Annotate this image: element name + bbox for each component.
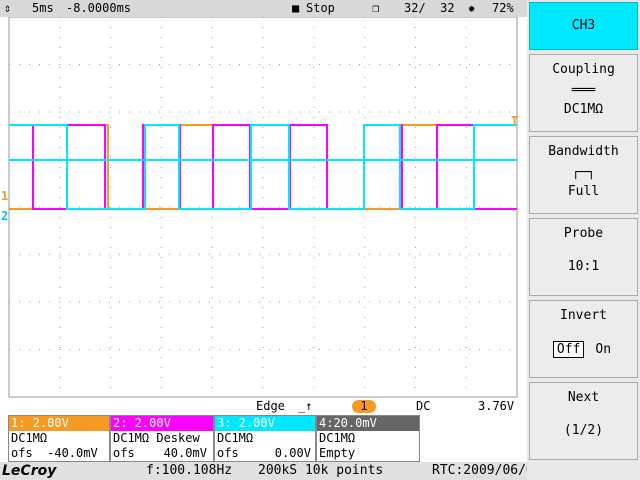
channel-4-offset: Empty: [319, 446, 356, 460]
bottom-status-bar: LeCroy f:100.108Hz 200kS 10k points RTC:…: [0, 462, 612, 480]
menu-ch3[interactable]: CH3: [529, 2, 638, 50]
ch1-ground-label: 1: [1, 189, 9, 203]
battery-icon: ✹: [468, 1, 476, 15]
channel-2-scale: 2: 2.00V: [111, 416, 213, 431]
trigger-coupling: DC: [416, 399, 431, 413]
timebase-value: 5ms: [32, 1, 54, 15]
trigger-level-marker: T: [511, 114, 519, 128]
menu-bandwidth-title: Bandwidth: [548, 144, 619, 159]
acquisition-state: Stop: [306, 1, 335, 15]
channel-1-scale: 1: 2.00V: [9, 416, 109, 431]
menu-next[interactable]: Next (1/2): [529, 382, 638, 460]
brand-logo: LeCroy: [2, 463, 57, 479]
menu-coupling[interactable]: Coupling ═══ DC1MΩ: [529, 54, 638, 132]
timebase-icon: ⇕: [4, 1, 12, 15]
menu-next-title: Next: [567, 390, 600, 405]
channel-2-coupling-row: DC1MΩ Deskew: [111, 431, 213, 446]
stop-icon: ■: [292, 1, 300, 15]
sample-info: 200kS 10k points: [258, 463, 384, 478]
channel-1-coupling: DC1MΩ: [11, 431, 48, 445]
channel-3-coupling: DC1MΩ: [217, 431, 254, 445]
channel-4-scale: 4:20.0mV: [317, 416, 419, 431]
delay-value: -8.0000ms: [66, 1, 132, 15]
channel-2-offset: ofs 40.0mV: [113, 446, 207, 460]
channel-2-coupling: DC1MΩ: [113, 431, 150, 445]
invert-off-button[interactable]: Off: [552, 341, 585, 358]
channel-1-offset: ofs -40.0mV: [11, 446, 98, 460]
invert-on-button[interactable]: On: [592, 342, 614, 357]
acquisition-icon: ❐: [372, 1, 380, 15]
menu-probe[interactable]: Probe 10:1: [529, 218, 638, 296]
menu-coupling-value: DC1MΩ: [563, 102, 604, 117]
channel-2-box[interactable]: 2: 2.00V DC1MΩ Deskew ofs 40.0mV: [110, 415, 214, 462]
trigger-source-badge: 1: [352, 400, 376, 413]
menu-bandwidth-value: Full: [567, 184, 600, 199]
trigger-level: 3.76V: [478, 399, 515, 413]
channel-3-scale: 3: 2.00V: [215, 416, 315, 431]
menu-coupling-title: Coupling: [552, 62, 615, 77]
acquisition-count: 32/ 32: [404, 1, 455, 15]
frequency-readout: f:100.108Hz: [146, 463, 233, 478]
channel-3-offset: ofs 0.00V: [217, 446, 311, 460]
bandwidth-filter-icon: ┌─┐: [571, 165, 596, 180]
menu-probe-value: 10:1: [567, 259, 600, 274]
channel-4-box[interactable]: 4:20.0mV DC1MΩ Empty: [316, 415, 420, 462]
ch2-ground-label: 2: [1, 209, 9, 223]
menu-probe-title: Probe: [563, 226, 604, 241]
menu-bandwidth[interactable]: Bandwidth ┌─┐ Full: [529, 136, 638, 214]
menu-ch3-label: CH3: [571, 18, 596, 33]
waveform-svg: [8, 17, 518, 398]
battery-level: 72%: [492, 1, 514, 15]
channel-1-box[interactable]: 1: 2.00V DC1MΩ ofs -40.0mV: [8, 415, 110, 462]
top-status-bar: ⇕ 5ms -8.0000ms ■ Stop ❐ 32/ 32 ✹ 72%: [0, 0, 527, 17]
menu-invert-title: Invert: [560, 308, 607, 323]
invert-options: Off On: [530, 341, 637, 358]
channel-4-coupling: DC1MΩ: [319, 431, 356, 445]
menu-invert[interactable]: Invert Off On: [529, 300, 638, 378]
channel-3-box[interactable]: 3: 2.00V DC1MΩ ofs 0.00V: [214, 415, 316, 462]
trigger-type: Edge: [256, 399, 285, 413]
channel-2-deskew: Deskew: [156, 431, 200, 445]
dc-coupling-icon: ═══: [571, 83, 596, 98]
waveform-display[interactable]: [0, 17, 527, 415]
trigger-info: Edge _↑ 1 DC 3.76V: [0, 398, 527, 415]
trigger-edge-icon: _↑: [298, 399, 313, 413]
menu-next-page: (1/2): [563, 423, 604, 438]
